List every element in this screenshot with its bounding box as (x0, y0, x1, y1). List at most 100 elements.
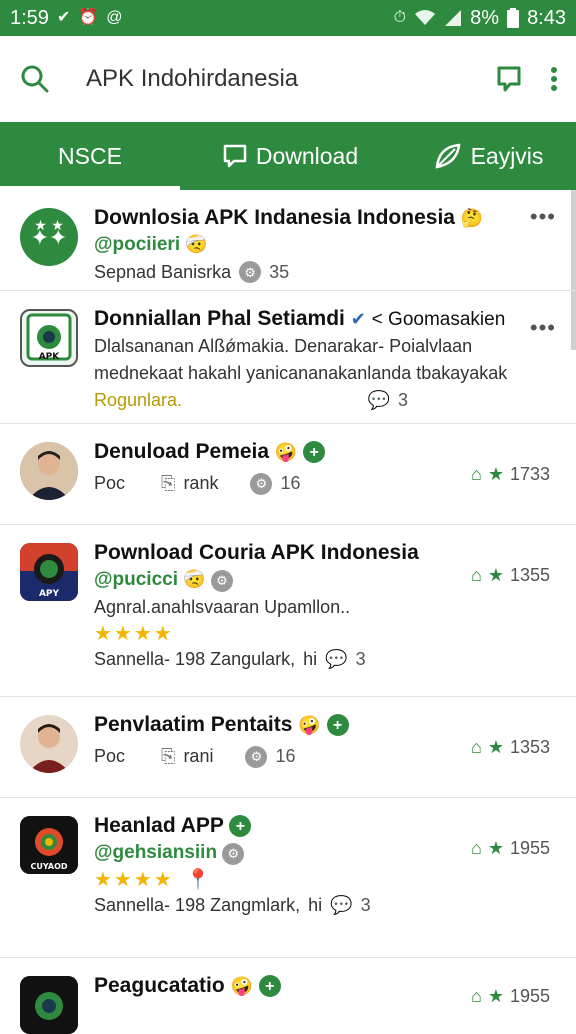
app-icon-camera: APY (20, 543, 78, 601)
item-title: Penvlaatim Pentaits (94, 713, 293, 736)
star-icon: ★ (487, 464, 504, 484)
tab-label: Download (255, 142, 359, 169)
item-meta-a: Poc (94, 473, 126, 494)
item-meta: Sannella- 198 Zangulark, (94, 648, 296, 669)
search-icon[interactable] (18, 64, 52, 94)
check-badge-icon: ✔ (56, 9, 71, 26)
add-icon[interactable]: + (303, 441, 326, 464)
rating-group: ⌂ ★ 1733 (471, 464, 550, 485)
status-time: 1:59 (10, 6, 49, 29)
battery-text: 8% (470, 6, 500, 29)
comment-icon: 💬 (367, 390, 390, 411)
list-item[interactable]: APY Pownload Couria APK Indonesia @pucic… (0, 525, 576, 697)
emoji-icon: 🤕 (183, 569, 206, 590)
thumb-icon[interactable]: ⌂ (471, 464, 482, 485)
item-aside: < Goomasakien (371, 309, 506, 330)
list-item[interactable]: CUYAOD Heanlad APP + @gehsiansiin ⚙ ★★★★… (0, 798, 576, 958)
item-meta-b: rank (183, 473, 219, 494)
location-pin-icon: 📍 (185, 868, 211, 891)
svg-text:★ ★: ★ ★ (34, 218, 64, 234)
item-meta-a: Poc (94, 746, 126, 767)
item-more-icon[interactable]: ••• (530, 315, 556, 341)
thumb-icon[interactable]: ⌂ (471, 986, 482, 1007)
list-item[interactable]: APK Donniallan Phal Setiamdi ✔ < Goomasa… (0, 291, 576, 424)
tab-label: Eayjvis (470, 142, 544, 169)
item-meta: Sepnad Banisrka (94, 261, 232, 282)
avatar (20, 442, 78, 500)
app-icon-stars: ✦✦ ★ ★ (20, 208, 78, 266)
avatar (20, 715, 78, 773)
status-bar: 1:59 ✔ ⏰ @ ⏱ 8% 8:43 (0, 0, 576, 36)
item-meta: Sannella- 198 Zangmlark, (94, 894, 301, 915)
item-title: Downlosia APK Indanesia Indonesia (94, 206, 455, 229)
tab-eayjvis[interactable]: Eayjvis (400, 122, 576, 190)
rating-group: ⌂ ★ 1353 (471, 737, 550, 758)
item-title: Heanlad APP (94, 814, 224, 837)
item-meta-b: hi (308, 894, 323, 915)
rating-group: ⌂ ★ 1955 (471, 986, 550, 1007)
battery-icon (507, 8, 520, 28)
emoji-icon: 🤪 (298, 715, 321, 735)
rating-stars: ★★★★ (94, 622, 174, 645)
star-icon: ★ (487, 737, 504, 757)
star-icon: ★ (487, 986, 504, 1006)
list-item[interactable]: ✦✦ ★ ★ Downlosia APK Indanesia Indonesia… (0, 190, 576, 291)
thumb-icon[interactable]: ⌂ (471, 737, 482, 758)
rank-icon: ⚙ (210, 570, 233, 593)
comment-icon: 💬 (325, 648, 348, 669)
list-item[interactable]: Denuload Pemeia 🤪 + Poc ⎘ rank ⚙ 16 ⌂ ★ … (0, 424, 576, 525)
item-handle[interactable]: @pociieri (94, 234, 180, 255)
chat-icon (223, 144, 247, 168)
add-icon[interactable]: + (326, 714, 349, 737)
item-more-icon[interactable]: ••• (530, 204, 556, 230)
tab-label: NSCE (58, 142, 122, 169)
emoji-icon: 🤕 (185, 234, 208, 255)
share-icon[interactable]: ⎘ (161, 743, 175, 770)
item-handle[interactable]: @gehsiansiin (94, 842, 217, 863)
tab-nsce[interactable]: NSCE (0, 122, 180, 190)
emoji-icon: 🤪 (230, 976, 253, 996)
rating-group: ⌂ ★ 1355 (471, 565, 550, 586)
svg-text:CUYAOD: CUYAOD (30, 862, 67, 871)
thumb-icon[interactable]: ⌂ (471, 838, 482, 859)
thinking-emoji-icon: 🤔 (460, 208, 484, 228)
status-time-right: 8:43 (527, 6, 566, 29)
tab-download[interactable]: Download (180, 122, 400, 190)
search-voice-icon[interactable] (494, 64, 524, 94)
tab-bar: NSCE Download Eayjvis (0, 122, 576, 190)
results-list: ✦✦ ★ ★ Downlosia APK Indanesia Indonesia… (0, 190, 576, 1034)
item-meta-b: hi (303, 648, 318, 669)
item-meta-c: 16 (275, 746, 296, 767)
search-input[interactable]: APK Indohirdanesia (86, 65, 494, 93)
add-icon[interactable]: + (258, 975, 281, 998)
share-icon[interactable]: ⎘ (161, 470, 175, 497)
item-title: Pownload Couria APK Indonesia (94, 541, 419, 564)
app-icon-camera-dark: CUYAOD (20, 816, 78, 874)
more-options-icon[interactable] (550, 66, 558, 92)
add-icon[interactable]: + (229, 815, 252, 838)
item-meta-b: rani (183, 746, 214, 767)
svg-text:APK: APK (39, 352, 61, 362)
wifi-icon (415, 10, 436, 25)
star-icon: ★ (487, 565, 504, 585)
comment-icon: 💬 (330, 894, 353, 915)
item-rating: 1353 (509, 737, 550, 757)
at-icon: @ (106, 9, 123, 26)
alarm-clock-icon: ⏱ (393, 9, 407, 26)
search-bar: APK Indohirdanesia (0, 36, 576, 122)
item-desc-3: Rogunlara. (94, 390, 183, 411)
star-icon: ★ (487, 838, 504, 858)
list-item[interactable]: Penvlaatim Pentaits 🤪 + Poc ⎘ rani ⚙ 16 … (0, 697, 576, 798)
item-count: 35 (269, 261, 290, 282)
comment-count: 3 (397, 390, 408, 411)
rank-icon: ⚙ (222, 843, 245, 866)
list-item[interactable]: Peagucatatio 🤪 + ⌂ ★ 1955 (0, 958, 576, 1034)
item-handle[interactable]: @pucicci (94, 569, 178, 590)
rank-icon: ⚙ (239, 261, 262, 284)
app-icon-washer (20, 976, 78, 1034)
item-meta-c: 3 (355, 648, 366, 669)
rating-group: ⌂ ★ 1955 (471, 838, 550, 859)
item-title: Peagucatatio (94, 974, 225, 997)
thumb-icon[interactable]: ⌂ (471, 565, 482, 586)
rating-stars: ★★★★ (94, 868, 174, 891)
